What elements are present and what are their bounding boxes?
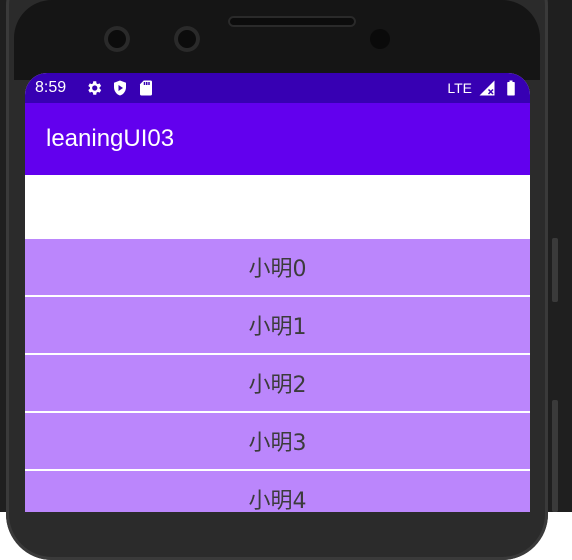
- battery-icon: [507, 80, 515, 96]
- shield-play-icon: [114, 80, 126, 96]
- device-frame: 8:59 LTE leaningUI03 小明0 小明1 小明2 小明3 小明4: [0, 0, 572, 560]
- network-type-label: LTE: [447, 80, 472, 96]
- list-item-label: 小明4: [248, 489, 307, 512]
- list-item-label: 小明2: [248, 373, 307, 398]
- name-list[interactable]: 小明0 小明1 小明2 小明3 小明4: [25, 239, 530, 512]
- front-camera-secondary: [174, 26, 200, 52]
- volume-button[interactable]: [552, 238, 558, 302]
- gear-icon: [88, 81, 102, 95]
- list-item[interactable]: 小明2: [25, 355, 530, 413]
- list-item[interactable]: 小明4: [25, 471, 530, 512]
- proximity-sensor: [370, 29, 390, 49]
- status-left-icons: [85, 79, 155, 97]
- list-item[interactable]: 小明3: [25, 413, 530, 471]
- status-time: 8:59: [35, 79, 67, 96]
- list-item-label: 小明1: [248, 315, 307, 340]
- list-item-label: 小明0: [248, 257, 307, 282]
- status-bar: 8:59 LTE: [25, 73, 530, 103]
- app-bar: leaningUI03: [25, 103, 530, 175]
- device-screen: 8:59 LTE leaningUI03 小明0 小明1 小明2 小明3 小明4: [25, 73, 530, 512]
- status-right-icons: LTE: [447, 79, 520, 97]
- list-item-label: 小明3: [248, 431, 307, 456]
- power-button[interactable]: [552, 400, 558, 512]
- sd-card-icon: [140, 80, 152, 96]
- list-item[interactable]: 小明1: [25, 297, 530, 355]
- app-title: leaningUI03: [46, 125, 175, 152]
- signal-icon: [479, 80, 495, 96]
- header-spacer: [25, 175, 530, 239]
- front-camera: [104, 26, 130, 52]
- speaker-grille: [228, 16, 356, 27]
- device-top-bezel: [14, 0, 540, 80]
- list-item[interactable]: 小明0: [25, 239, 530, 297]
